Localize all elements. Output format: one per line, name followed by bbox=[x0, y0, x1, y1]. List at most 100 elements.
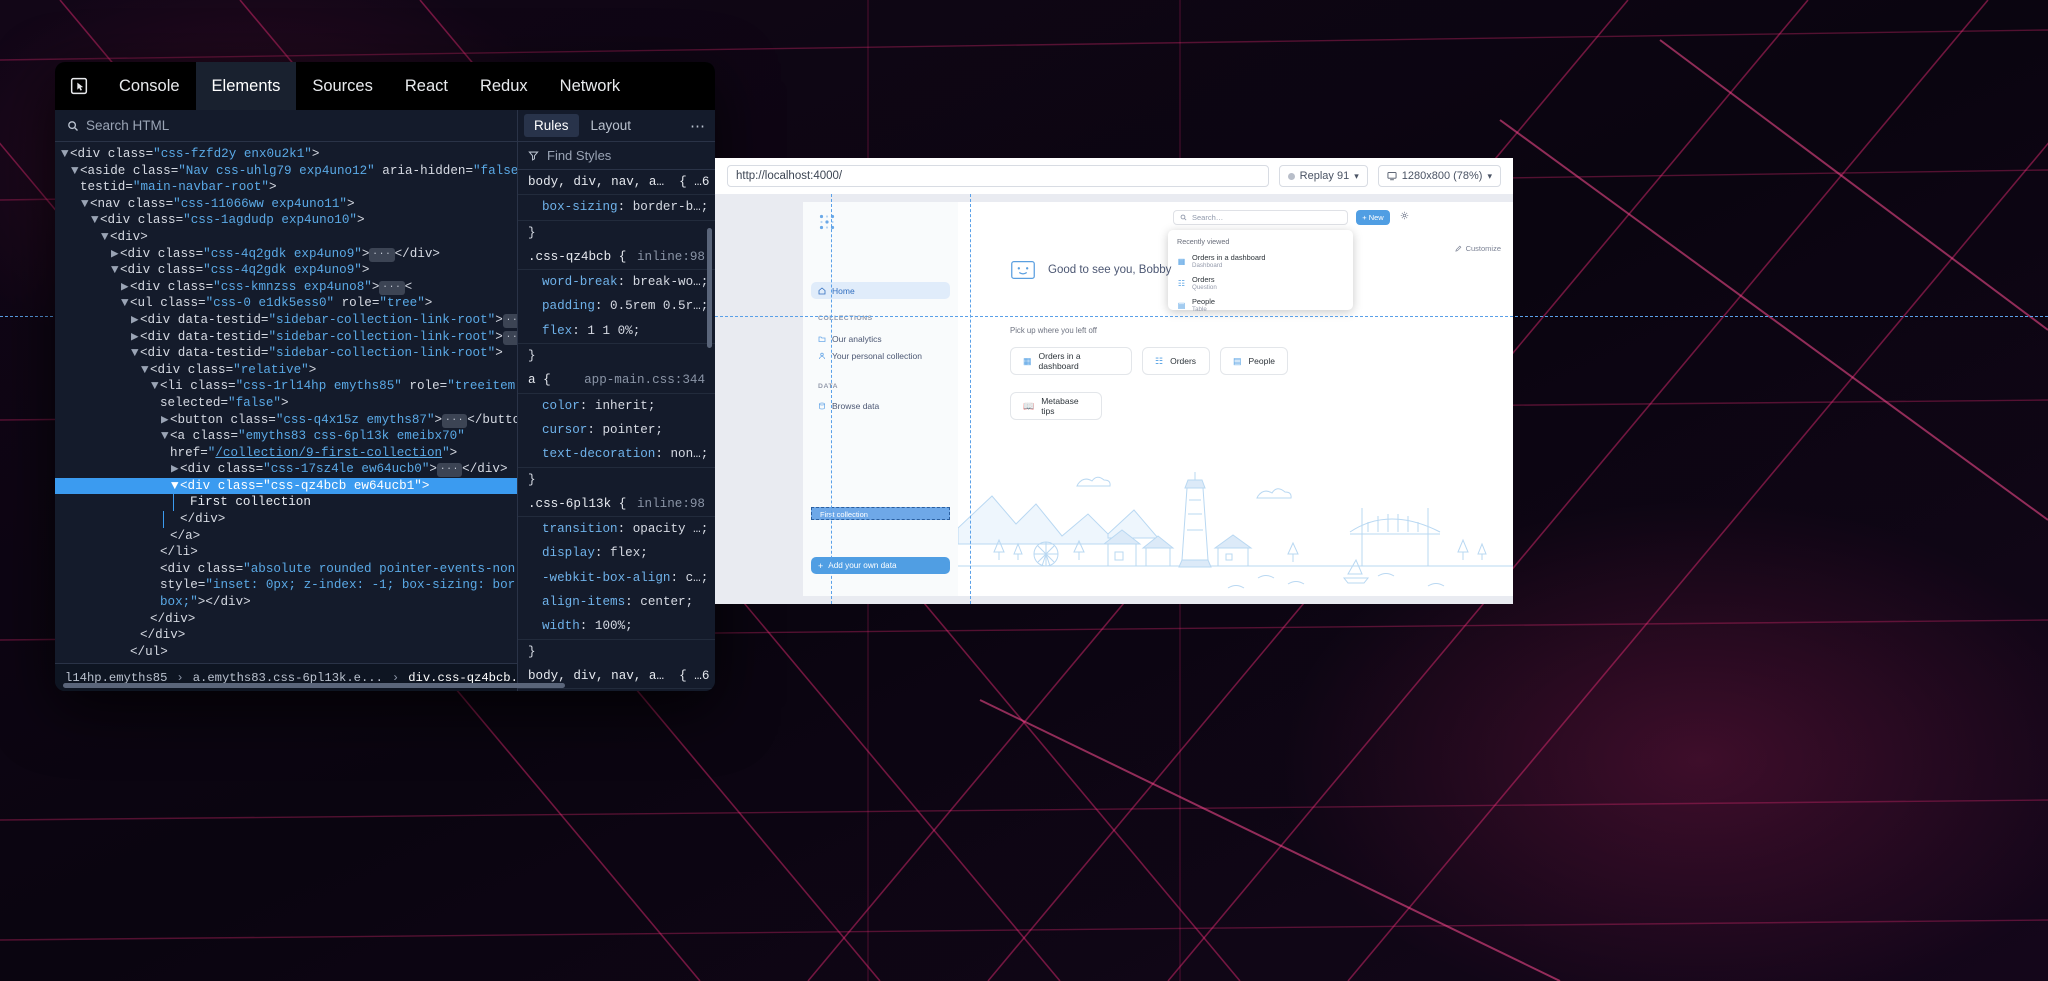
disclosure-triangle-icon[interactable] bbox=[151, 395, 160, 412]
dom-node[interactable]: ▶<div class="css-4q2gdk exp4uno9"> ··· </d… bbox=[55, 246, 517, 263]
disclosure-triangle-icon[interactable] bbox=[121, 644, 130, 661]
disclosure-triangle-icon[interactable] bbox=[161, 528, 170, 545]
dom-node[interactable]: ▼<div> bbox=[55, 229, 517, 246]
disclosure-triangle-icon[interactable] bbox=[151, 577, 160, 594]
sidebar-item-home[interactable]: Home bbox=[811, 282, 950, 299]
css-declaration[interactable]: word-break: break-wo…; bbox=[518, 270, 715, 294]
css-rule-selector[interactable]: .css-qz4bcb {inline:98 bbox=[518, 245, 715, 269]
disclosure-triangle-icon[interactable] bbox=[131, 627, 140, 644]
disclosure-triangle-icon[interactable]: ▼ bbox=[91, 212, 100, 229]
dom-node[interactable]: ▶<div class="css-17sz4le ew64ucb0"> ··· </… bbox=[55, 461, 517, 478]
dom-node[interactable]: <div class="absolute rounded pointer-eve… bbox=[55, 561, 517, 578]
tab-network[interactable]: Network bbox=[544, 62, 637, 110]
css-declaration[interactable]: cursor: pointer; bbox=[518, 418, 715, 442]
css-rule-selector[interactable]: .css-6pl13k {inline:98 bbox=[518, 492, 715, 516]
tab-sources[interactable]: Sources bbox=[296, 62, 389, 110]
disclosure-triangle-icon[interactable] bbox=[161, 445, 170, 462]
sidebar-item-our-analytics[interactable]: Our analytics bbox=[811, 330, 950, 347]
css-declaration[interactable]: align-items: center; bbox=[518, 590, 715, 614]
gear-icon[interactable] bbox=[1400, 211, 1409, 223]
dom-node[interactable]: ▶<div data-testid="sidebar-collection-li… bbox=[55, 312, 517, 329]
dom-node[interactable]: ▶<button class="css-q4x15z emyths87"> ···… bbox=[55, 412, 517, 429]
dom-node[interactable]: ▼<a class="emyths83 css-6pl13k emeibx70" bbox=[55, 428, 517, 445]
dom-node[interactable]: </li> bbox=[55, 544, 517, 561]
dom-node-selected[interactable]: ▼<div class="css-qz4bcb ew64ucb1"> bbox=[55, 477, 517, 495]
tab-elements[interactable]: Elements bbox=[195, 62, 297, 110]
dom-node[interactable]: First collection bbox=[55, 494, 517, 512]
dom-node[interactable]: ▼<div class="css-4q2gdk exp4uno9"> bbox=[55, 262, 517, 279]
dom-node[interactable]: ▼<div class="css-1agdudp exp4uno10"> bbox=[55, 212, 517, 229]
tab-redux[interactable]: Redux bbox=[464, 62, 544, 110]
viewport-size-button[interactable]: 1280x800 (78%) ▾ bbox=[1377, 165, 1501, 187]
dom-node[interactable]: href="/collection/9-first-collection"> bbox=[55, 445, 517, 462]
inspect-cursor-icon[interactable] bbox=[55, 62, 103, 110]
disclosure-triangle-icon[interactable]: ▶ bbox=[111, 246, 120, 263]
replay-button[interactable]: Replay 91 ▾ bbox=[1278, 165, 1368, 187]
sidebar-item-personal-collection[interactable]: Your personal collection bbox=[811, 347, 950, 364]
new-button[interactable]: + New bbox=[1356, 210, 1390, 225]
dom-node[interactable]: selected="false"> bbox=[55, 395, 517, 412]
css-declaration[interactable]: width: 100%; bbox=[518, 614, 715, 638]
disclosure-triangle-icon[interactable] bbox=[151, 544, 160, 561]
css-rule-selector[interactable]: a {app-main.css:344 bbox=[518, 368, 715, 392]
css-declaration[interactable]: color: inherit; bbox=[518, 394, 715, 418]
css-declaration[interactable]: box-sizing: border-b…; bbox=[518, 689, 715, 691]
dom-node[interactable]: </div> bbox=[55, 611, 517, 628]
css-rules-list[interactable]: body, div, nav, a… { …6 box-sizing: borde… bbox=[518, 170, 715, 691]
dom-node[interactable]: </div> bbox=[55, 511, 517, 528]
add-your-own-data-button[interactable]: + Add your own data bbox=[811, 557, 950, 574]
disclosure-triangle-icon[interactable] bbox=[141, 611, 150, 628]
find-styles-bar[interactable]: Find Styles bbox=[518, 142, 715, 170]
disclosure-triangle-icon[interactable]: ▶ bbox=[171, 461, 180, 478]
dom-node[interactable]: ▼<div class="relative"> bbox=[55, 362, 517, 379]
css-declaration[interactable]: text-decoration: non…; bbox=[518, 442, 715, 466]
sidebar-item-browse-data[interactable]: Browse data bbox=[811, 397, 950, 414]
tab-layout[interactable]: Layout bbox=[581, 114, 642, 137]
tab-rules[interactable]: Rules bbox=[524, 114, 579, 137]
disclosure-triangle-icon[interactable]: ▼ bbox=[111, 262, 120, 279]
dom-node[interactable]: ▶<div class="css-kmnzss exp4uno8"> ··· < bbox=[55, 279, 517, 296]
disclosure-triangle-icon[interactable]: ▼ bbox=[141, 362, 150, 379]
tab-react[interactable]: React bbox=[389, 62, 464, 110]
disclosure-triangle-icon[interactable]: ▶ bbox=[131, 312, 140, 329]
disclosure-triangle-icon[interactable]: ▼ bbox=[121, 295, 130, 312]
dom-node[interactable]: </ul> bbox=[55, 644, 517, 661]
css-rule-selector[interactable]: body, div, nav, a… { …6 bbox=[518, 170, 715, 194]
metabase-dots-logo[interactable] bbox=[819, 214, 837, 230]
dropdown-item-orders[interactable]: ☷ Orders Question bbox=[1168, 272, 1353, 294]
search-html-bar[interactable]: Search HTML bbox=[55, 110, 517, 142]
dom-node[interactable]: ▼<li class="css-1rl14hp emyths85" role="… bbox=[55, 378, 517, 395]
card-orders-in-a-dashboard[interactable]: ▦ Orders in a dashboard bbox=[1010, 347, 1132, 375]
disclosure-triangle-icon[interactable] bbox=[71, 179, 80, 196]
disclosure-triangle-icon[interactable] bbox=[171, 511, 180, 528]
dom-node[interactable]: ▼<nav class="css-11066ww exp4uno11"> bbox=[55, 196, 517, 213]
dom-node[interactable]: ▼<aside class="Nav css-uhlg79 exp4uno12"… bbox=[55, 163, 517, 180]
css-declaration[interactable]: flex: 1 1 0%; bbox=[518, 319, 715, 343]
css-declaration[interactable]: display: flex; bbox=[518, 541, 715, 565]
disclosure-triangle-icon[interactable]: ▼ bbox=[81, 196, 90, 213]
css-list-vscrollbar[interactable] bbox=[707, 228, 712, 348]
dom-node[interactable]: ▼<div data-testid="sidebar-collection-li… bbox=[55, 345, 517, 362]
dom-node[interactable]: ▼<ul class="css-0 e1dk5ess0" role="tree"… bbox=[55, 295, 517, 312]
disclosure-triangle-icon[interactable]: ▼ bbox=[71, 163, 80, 180]
disclosure-triangle-icon[interactable]: ▶ bbox=[121, 279, 130, 296]
disclosure-triangle-icon[interactable]: ▼ bbox=[161, 428, 170, 445]
disclosure-triangle-icon[interactable] bbox=[151, 561, 160, 578]
url-bar[interactable]: http://localhost:4000/ bbox=[727, 165, 1269, 187]
dropdown-item-orders-in-a-dashboard[interactable]: ▦ Orders in a dashboard Dashboard bbox=[1168, 250, 1353, 272]
recently-viewed-dropdown[interactable]: Recently viewed ▦ Orders in a dashboard … bbox=[1168, 230, 1353, 313]
disclosure-triangle-icon[interactable]: ▶ bbox=[131, 329, 140, 346]
disclosure-triangle-icon[interactable]: ▼ bbox=[131, 345, 140, 362]
dom-node[interactable]: </div> bbox=[55, 627, 517, 644]
disclosure-triangle-icon[interactable] bbox=[151, 594, 160, 611]
disclosure-triangle-icon[interactable]: ▼ bbox=[151, 378, 160, 395]
dom-node[interactable]: </a> bbox=[55, 528, 517, 545]
dom-node[interactable]: style="inset: 0px; z-index: -1; box-sizi… bbox=[55, 577, 517, 594]
dom-tree[interactable]: ▼<div class="css-fzfd2y enx0u2k1"> ▼<asid… bbox=[55, 142, 517, 663]
dom-node[interactable]: testid="main-navbar-root"> bbox=[55, 179, 517, 196]
disclosure-triangle-icon[interactable]: ▼ bbox=[171, 478, 180, 495]
card-people[interactable]: ▤ People bbox=[1220, 347, 1288, 375]
dropdown-item-people[interactable]: ▤ People Table bbox=[1168, 294, 1353, 316]
search-input[interactable]: Search… bbox=[1173, 210, 1348, 225]
dom-node[interactable]: box;"></div> bbox=[55, 594, 517, 611]
